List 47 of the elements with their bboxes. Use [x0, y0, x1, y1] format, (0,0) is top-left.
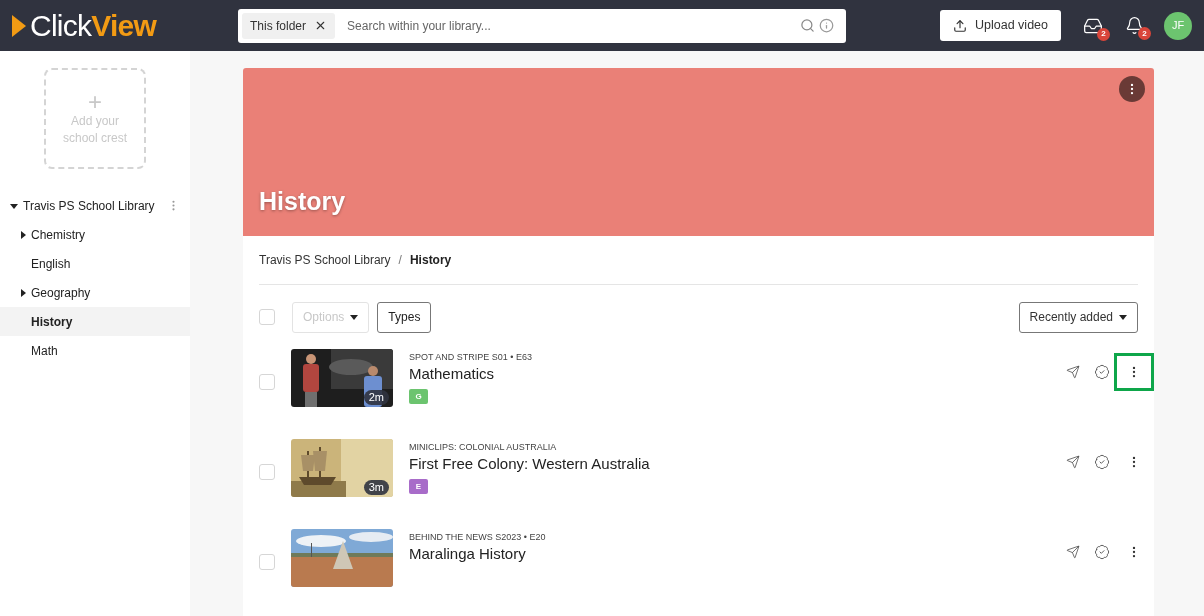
row-checkbox[interactable] [259, 464, 275, 480]
info-icon[interactable] [819, 18, 834, 33]
count-badge: 2 [1097, 27, 1110, 41]
tree-item[interactable]: Math [0, 336, 190, 365]
more-button[interactable] [1119, 76, 1145, 102]
select-all-checkbox[interactable] [259, 309, 275, 325]
badge-check-icon[interactable] [1092, 452, 1112, 472]
series-label: BEHIND THE NEWS S2023 • E20 [409, 531, 547, 543]
tree-item[interactable]: English [0, 249, 190, 278]
tree-item[interactable]: Travis PS School Library [23, 196, 167, 215]
logo[interactable]: ClickView [12, 10, 238, 41]
search-field[interactable]: This folder Search within your library... [238, 8, 846, 43]
video-title[interactable]: Mathematics [409, 363, 1064, 385]
send-icon[interactable] [1064, 363, 1082, 381]
rating-tag: G [409, 389, 428, 404]
search-icon[interactable] [800, 18, 815, 33]
breadcrumb-link[interactable]: History [409, 251, 452, 269]
video-title[interactable]: Maralinga History [409, 543, 1064, 565]
upload-icon [953, 18, 968, 33]
video-title[interactable]: First Free Colony: Western Australia [409, 453, 1064, 475]
badge-check-icon[interactable] [1092, 542, 1112, 562]
rating-tag: E [409, 479, 428, 494]
row-checkbox[interactable] [259, 374, 275, 390]
tree-item[interactable]: Chemistry [0, 220, 190, 249]
types-button[interactable]: Types [377, 301, 432, 333]
folder-title: History [259, 185, 346, 217]
sort-dropdown[interactable]: Recently added [1018, 301, 1138, 333]
upload-button[interactable]: Upload video [940, 10, 1061, 41]
row-checkbox[interactable] [259, 554, 275, 570]
series-label: SPOT AND STRIPE S01 • E63 [409, 351, 534, 363]
collapse-caret-icon[interactable] [10, 201, 18, 210]
breadcrumb-link[interactable]: Travis PS School Library [259, 251, 391, 269]
scope-chip[interactable]: This folder [242, 12, 336, 39]
badge-check-icon[interactable] [1092, 362, 1112, 382]
tree-item[interactable]: Geography [0, 278, 190, 307]
expand-caret-icon[interactable] [19, 288, 27, 297]
more-button[interactable] [1114, 353, 1154, 391]
tree-item[interactable]: History [0, 307, 190, 336]
send-icon[interactable] [1064, 543, 1082, 561]
bell-icon[interactable] [1125, 16, 1144, 35]
count-badge: 2 [1138, 27, 1151, 40]
plus-icon: + [88, 90, 102, 113]
caret-icon[interactable] [1119, 313, 1127, 321]
expand-caret-icon[interactable] [19, 230, 27, 239]
series-label: MINICLIPS: COLONIAL AUSTRALIA [409, 441, 558, 453]
breadcrumb-separator: / [398, 252, 402, 269]
send-icon[interactable] [1064, 453, 1082, 471]
